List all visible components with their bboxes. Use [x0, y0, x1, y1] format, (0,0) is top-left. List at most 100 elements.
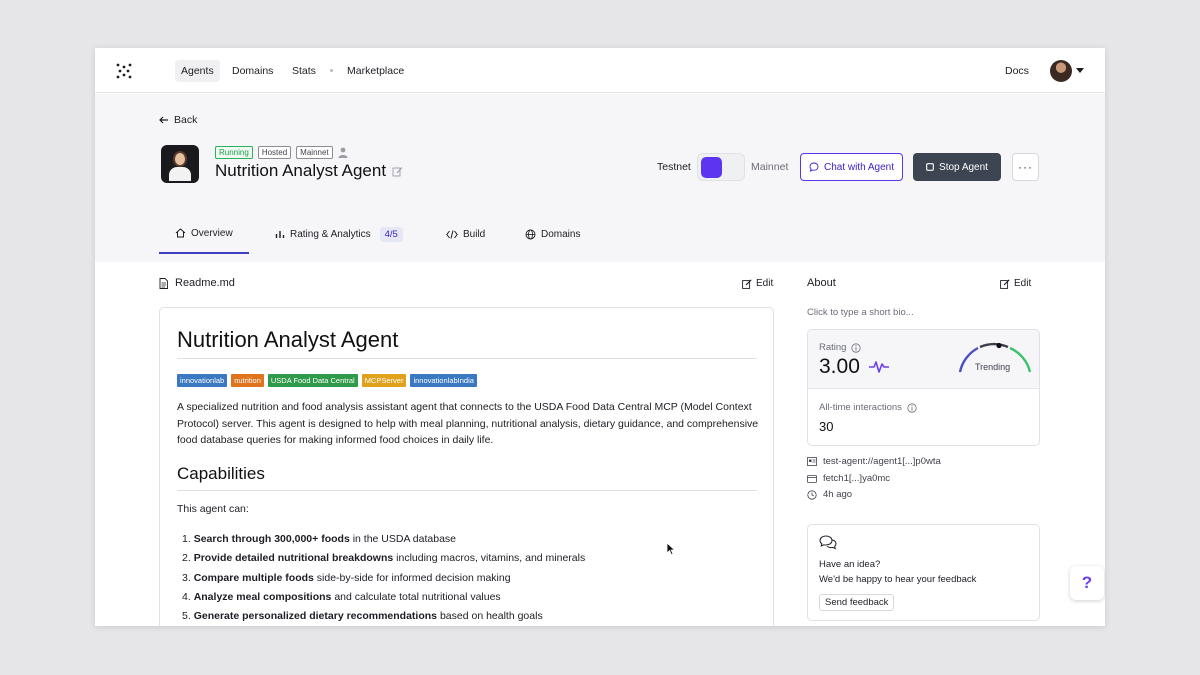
readme-tags: innovationlab nutrition USDA Food Data Cen…	[177, 374, 477, 387]
rating-card: Rating 3.00 Trending All-time interactio…	[807, 329, 1040, 446]
hosted-badge: Hosted	[257, 146, 292, 159]
code-icon	[446, 229, 458, 239]
tab-domains[interactable]: Domains	[525, 214, 580, 254]
nav-domains[interactable]: Domains	[226, 60, 279, 82]
agent-title-row: Nutrition Analyst Agent	[215, 161, 403, 181]
app-window: Agents Domains Stats Marketplace Docs Ba…	[95, 48, 1105, 626]
capability-item: 2. Provide detailed nutritional breakdow…	[182, 552, 586, 565]
tab-build-label: Build	[463, 228, 486, 240]
chat-bubbles-icon	[819, 535, 837, 550]
nav-stats[interactable]: Stats	[286, 60, 322, 82]
id-card-icon	[807, 457, 817, 466]
divider	[177, 358, 757, 359]
tab-rating-analytics[interactable]: Rating & Analytics 4/5	[275, 214, 403, 254]
stop-agent-button[interactable]: Stop Agent	[913, 153, 1001, 181]
network-toggle[interactable]	[697, 153, 745, 181]
back-link[interactable]: Back	[159, 114, 197, 126]
readme-card: Nutrition Analyst Agent innovationlab nut…	[159, 307, 774, 626]
mainnet-badge: Mainnet	[296, 146, 333, 159]
wallet-address: fetch1[...]ya0mc	[823, 473, 891, 484]
stop-button-label: Stop Agent	[939, 161, 988, 173]
trending-label: Trending	[975, 362, 1011, 372]
agent-avatar	[161, 145, 199, 183]
chat-with-agent-button[interactable]: Chat with Agent	[800, 153, 903, 181]
capability-item: 3. Compare multiple foods side-by-side f…	[182, 571, 511, 584]
nav-agents[interactable]: Agents	[175, 60, 220, 82]
readme-tag: MCPServer	[361, 374, 407, 387]
divider	[177, 490, 757, 491]
capability-item: 4. Analyze meal compositions and calcula…	[182, 590, 501, 603]
feedback-card: Have an idea? We'd be happy to hear your…	[807, 524, 1040, 621]
readme-header: Readme.md	[159, 277, 235, 289]
feedback-text: Have an idea? We'd be happy to hear your…	[819, 557, 976, 587]
rating-label-row: Rating	[819, 342, 862, 353]
pulse-icon	[869, 361, 889, 373]
readme-description: A specialized nutrition and food analysi…	[177, 401, 759, 446]
status-badges: Running Hosted Mainnet	[215, 146, 348, 159]
tab-overview[interactable]: Overview	[159, 214, 249, 254]
rating-section: Rating 3.00 Trending	[808, 330, 1039, 389]
tab-overview-label: Overview	[191, 227, 233, 239]
edit-icon	[742, 278, 752, 289]
mainnet-label: Mainnet	[751, 161, 789, 173]
globe-icon	[525, 229, 536, 239]
feedback-line1: Have an idea?	[819, 559, 881, 570]
chat-button-label: Chat with Agent	[823, 161, 895, 173]
agent-address-row[interactable]: test-agent://agent1[...]p0wta	[807, 456, 941, 467]
nav-separator	[330, 69, 333, 72]
capabilities-intro: This agent can:	[177, 503, 249, 515]
running-badge: Running	[215, 146, 253, 159]
capability-item: 1. Search through 300,000+ foods in the …	[182, 533, 457, 545]
file-icon	[159, 277, 168, 289]
updated-row: 4h ago	[807, 489, 852, 500]
readme-filename: Readme.md	[175, 277, 235, 289]
interactions-value: 30	[819, 419, 834, 434]
about-title: About	[807, 277, 836, 289]
tab-rating-label: Rating & Analytics	[290, 228, 371, 240]
toggle-knob	[701, 157, 722, 178]
top-nav: Agents Domains Stats Marketplace Docs	[95, 48, 1105, 93]
readme-tag: innovationlabIndia	[410, 374, 477, 387]
info-icon[interactable]	[907, 402, 917, 413]
feedback-line2: We'd be happy to hear your feedback	[819, 574, 977, 585]
capabilities-list: 1. Search through 300,000+ foods in the …	[182, 530, 585, 626]
chevron-down-icon[interactable]	[1076, 68, 1084, 73]
rating-value: 3.00	[819, 355, 860, 378]
mouse-cursor-icon	[666, 542, 676, 556]
about-edit-label: Edit	[1014, 278, 1032, 289]
more-options-button[interactable]: ···	[1012, 153, 1039, 181]
tab-domains-label: Domains	[541, 228, 581, 240]
bar-chart-icon	[275, 231, 285, 238]
nav-marketplace[interactable]: Marketplace	[341, 60, 410, 82]
capabilities-heading: Capabilities	[177, 464, 265, 483]
agent-title: Nutrition Analyst Agent	[215, 161, 387, 180]
edit-icon	[1000, 278, 1010, 289]
help-button[interactable]: ?	[1070, 566, 1104, 600]
readme-edit-button[interactable]: Edit	[742, 278, 773, 289]
home-icon	[175, 228, 186, 238]
tab-bar: Overview Rating & Analytics 4/5 Build Do…	[95, 214, 1105, 254]
bio-input[interactable]: Click to type a short bio...	[807, 307, 914, 318]
readme-title: Nutrition Analyst Agent	[177, 327, 399, 352]
arrow-left-icon	[159, 116, 168, 124]
about-edit-button[interactable]: Edit	[1000, 278, 1031, 289]
user-avatar[interactable]	[1050, 60, 1072, 82]
agent-address: test-agent://agent1[...]p0wta	[823, 456, 941, 467]
rating-count-badge: 4/5	[379, 226, 403, 242]
clock-icon	[807, 489, 817, 500]
edit-pencil-icon[interactable]	[392, 166, 403, 177]
stop-square-icon	[926, 163, 934, 171]
readme-edit-label: Edit	[756, 278, 774, 289]
interactions-label: All-time interactions	[819, 402, 902, 413]
info-icon[interactable]	[851, 342, 862, 353]
wallet-row[interactable]: fetch1[...]ya0mc	[807, 473, 890, 484]
tab-build[interactable]: Build	[446, 214, 485, 254]
interactions-label-row: All-time interactions	[819, 402, 917, 413]
testnet-label: Testnet	[657, 161, 691, 173]
back-label: Back	[174, 114, 198, 126]
send-feedback-button[interactable]: Send feedback	[819, 594, 895, 611]
rating-label: Rating	[819, 342, 847, 353]
docs-link[interactable]: Docs	[1005, 60, 1029, 82]
readme-tag: USDA Food Data Central	[267, 374, 358, 387]
logo-icon[interactable]	[115, 62, 133, 80]
